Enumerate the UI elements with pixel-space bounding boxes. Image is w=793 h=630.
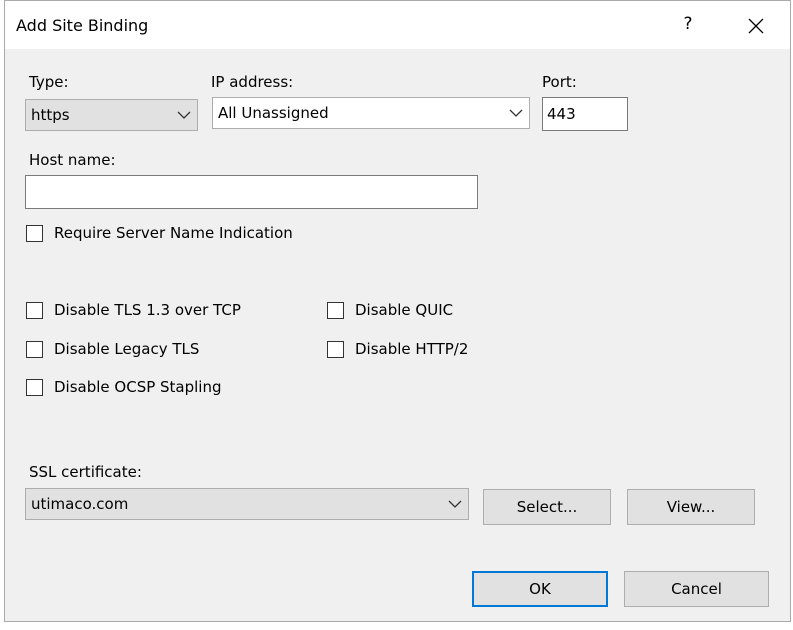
checkbox-box[interactable] [327,340,344,358]
type-dropdown[interactable]: https [25,99,198,131]
disable-http2-label: Disable HTTP/2 [355,340,469,358]
help-icon[interactable]: ? [677,11,699,37]
require-sni-label: Require Server Name Indication [54,224,293,242]
disable-legacy-tls-checkbox[interactable]: Disable Legacy TLS [26,340,199,358]
disable-tls13-label: Disable TLS 1.3 over TCP [54,301,241,319]
add-site-binding-dialog: Add Site Binding ? Type: https IP addres… [4,0,791,622]
checkbox-box[interactable] [26,301,43,319]
require-sni-checkbox[interactable]: Require Server Name Indication [26,224,293,242]
disable-ocsp-stapling-checkbox[interactable]: Disable OCSP Stapling [26,378,222,396]
chevron-down-icon [448,500,462,508]
checkbox-box[interactable] [26,340,43,358]
close-icon[interactable] [741,11,771,41]
disable-quic-checkbox[interactable]: Disable QUIC [327,301,453,319]
port-input[interactable] [543,98,627,130]
disable-legacy-tls-label: Disable Legacy TLS [54,340,200,358]
chevron-down-icon [509,109,523,117]
chevron-down-icon [177,111,191,119]
port-label: Port: [542,73,577,91]
host-name-input[interactable] [26,176,477,208]
ip-address-dropdown[interactable]: All Unassigned [212,97,530,129]
disable-http2-checkbox[interactable]: Disable HTTP/2 [327,340,468,358]
ok-button[interactable]: OK [472,571,608,607]
type-label: Type: [29,73,69,91]
ip-address-label: IP address: [211,73,294,91]
type-value: https [31,106,70,124]
disable-tls13-checkbox[interactable]: Disable TLS 1.3 over TCP [26,301,241,319]
disable-quic-label: Disable QUIC [355,301,454,319]
port-field[interactable] [542,97,628,131]
disable-ocsp-stapling-label: Disable OCSP Stapling [54,378,222,396]
title-bar: Add Site Binding ? [5,1,790,49]
checkbox-box[interactable] [26,378,43,396]
ssl-certificate-label: SSL certificate: [29,463,142,481]
host-name-label: Host name: [29,151,116,169]
view-button[interactable]: View... [627,489,755,525]
ssl-certificate-value: utimaco.com [31,495,129,513]
ssl-certificate-dropdown[interactable]: utimaco.com [25,488,469,520]
background-strip [0,622,793,630]
dialog-title: Add Site Binding [16,16,149,35]
cancel-button[interactable]: Cancel [624,571,769,607]
select-button[interactable]: Select... [483,489,611,525]
ip-address-value: All Unassigned [218,104,329,122]
host-name-field[interactable] [25,175,478,209]
checkbox-box[interactable] [327,301,344,319]
checkbox-box[interactable] [26,224,43,242]
